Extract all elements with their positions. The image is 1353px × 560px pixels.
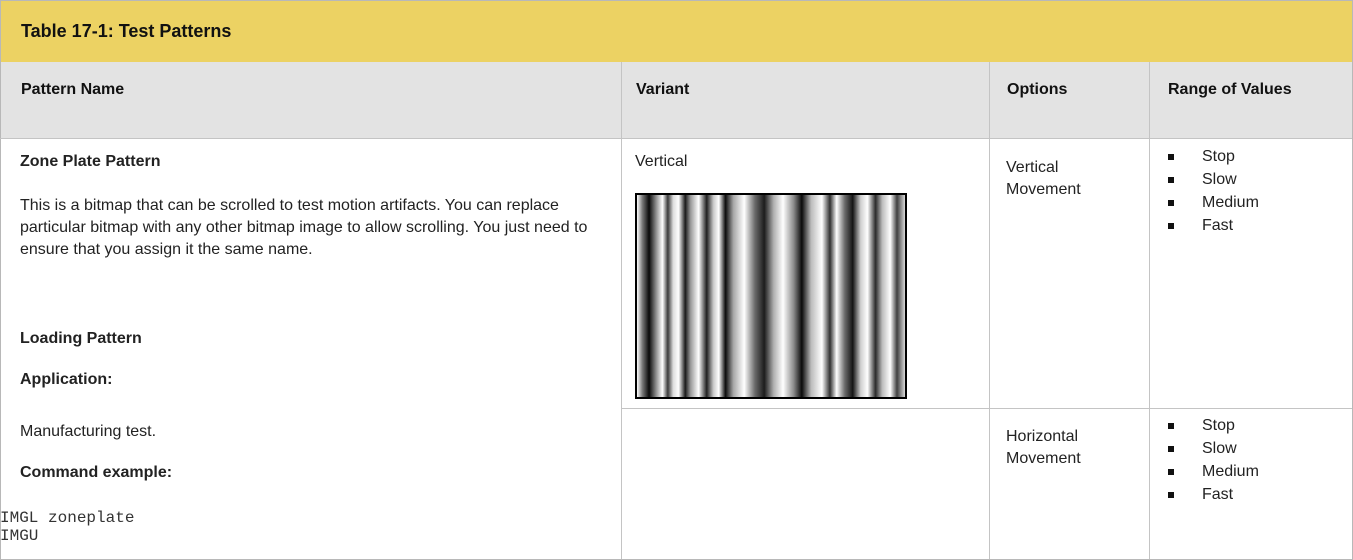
command-line: IMGL zoneplate xyxy=(0,509,135,527)
option-line: Movement xyxy=(1006,450,1081,467)
zone-plate-bitmap xyxy=(637,195,905,397)
bullet-icon xyxy=(1168,423,1174,429)
application-text: Manufacturing test. xyxy=(20,423,157,440)
header-range-of-values: Range of Values xyxy=(1168,81,1292,98)
loading-pattern-heading: Loading Pattern xyxy=(20,330,142,347)
bullet-icon xyxy=(1168,154,1174,160)
command-line: IMGU xyxy=(0,527,39,545)
column-divider xyxy=(621,62,622,559)
column-divider xyxy=(989,62,990,559)
table-title-bar: Table 17-1: Test Patterns xyxy=(1,1,1352,62)
header-variant: Variant xyxy=(636,81,690,98)
header-options: Options xyxy=(1007,81,1068,98)
header-pattern-name: Pattern Name xyxy=(21,81,125,98)
bullet-icon xyxy=(1168,446,1174,452)
option-vertical-movement: Vertical Movement xyxy=(1006,157,1081,201)
command-example-code: IMGL zoneplate IMGU xyxy=(0,509,134,545)
option-line: Vertical xyxy=(1006,159,1059,176)
header-divider xyxy=(0,138,1352,139)
command-example-heading: Command example: xyxy=(20,464,173,481)
column-divider xyxy=(1149,62,1150,559)
zone-plate-image xyxy=(635,193,907,399)
pattern-description: This is a bitmap that can be scrolled to… xyxy=(20,197,588,258)
option-horizontal-movement: Horizontal Movement xyxy=(1006,426,1081,470)
bullet-icon xyxy=(1168,223,1174,229)
bullet-icon xyxy=(1168,200,1174,206)
bullet-icon xyxy=(1168,177,1174,183)
table-title: Table 17-1: Test Patterns xyxy=(21,21,232,41)
bullet-icon xyxy=(1168,469,1174,475)
pattern-name: Zone Plate Pattern xyxy=(20,153,161,170)
option-line: Horizontal xyxy=(1006,428,1079,445)
option-line: Movement xyxy=(1006,181,1081,198)
application-heading: Application: xyxy=(20,371,113,388)
bullet-icon xyxy=(1168,492,1174,498)
row-divider xyxy=(622,408,1352,409)
variant-vertical: Vertical xyxy=(635,153,688,170)
